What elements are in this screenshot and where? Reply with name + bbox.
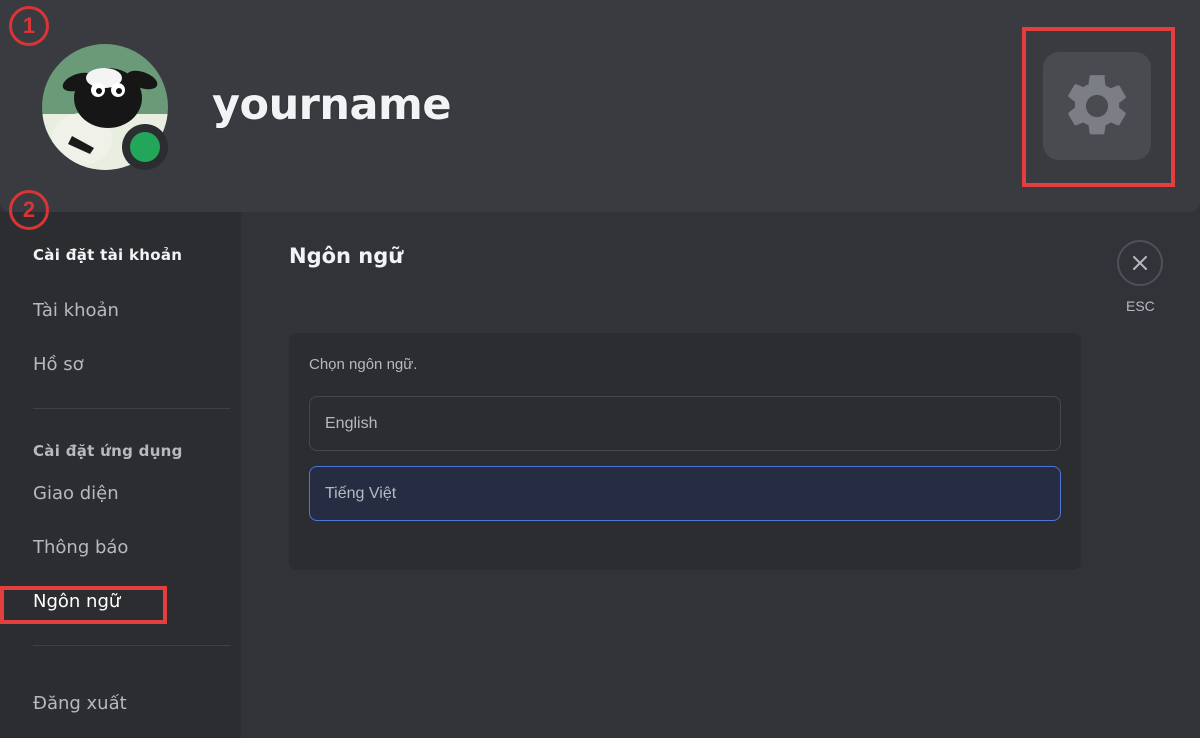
language-option-english[interactable]: English bbox=[309, 396, 1061, 451]
sidebar-item-account[interactable]: Tài khoản bbox=[33, 300, 119, 321]
sidebar-divider bbox=[33, 645, 230, 646]
online-status-indicator bbox=[122, 124, 168, 170]
logout-button[interactable]: Đăng xuất bbox=[33, 693, 127, 714]
profile-header: yourname bbox=[0, 0, 1200, 212]
esc-label: ESC bbox=[1126, 298, 1155, 314]
language-option-vietnamese[interactable]: Tiếng Việt bbox=[309, 466, 1061, 521]
sidebar-item-appearance[interactable]: Giao diện bbox=[33, 483, 119, 504]
language-prompt: Chọn ngôn ngữ. bbox=[309, 356, 418, 373]
step-marker-2: 2 bbox=[9, 190, 49, 230]
step-marker-1: 1 bbox=[9, 6, 49, 46]
close-button[interactable] bbox=[1117, 240, 1163, 286]
sidebar-item-notifications[interactable]: Thông báo bbox=[33, 537, 128, 558]
language-highlight-box bbox=[0, 586, 167, 624]
language-card: Chọn ngôn ngữ. English Tiếng Việt bbox=[289, 333, 1081, 570]
account-settings-heading: Cài đặt tài khoản bbox=[33, 246, 183, 264]
username: yourname bbox=[212, 80, 452, 130]
sidebar-divider bbox=[33, 408, 230, 409]
sidebar-item-profile[interactable]: Hồ sơ bbox=[33, 354, 84, 375]
settings-sidebar: Cài đặt tài khoản Tài khoản Hồ sơ Cài đặ… bbox=[0, 212, 241, 738]
app-settings-heading: Cài đặt ứng dụng bbox=[33, 442, 183, 460]
page-title: Ngôn ngữ bbox=[289, 244, 404, 268]
settings-highlight-box bbox=[1022, 27, 1175, 187]
close-icon bbox=[1133, 256, 1147, 270]
